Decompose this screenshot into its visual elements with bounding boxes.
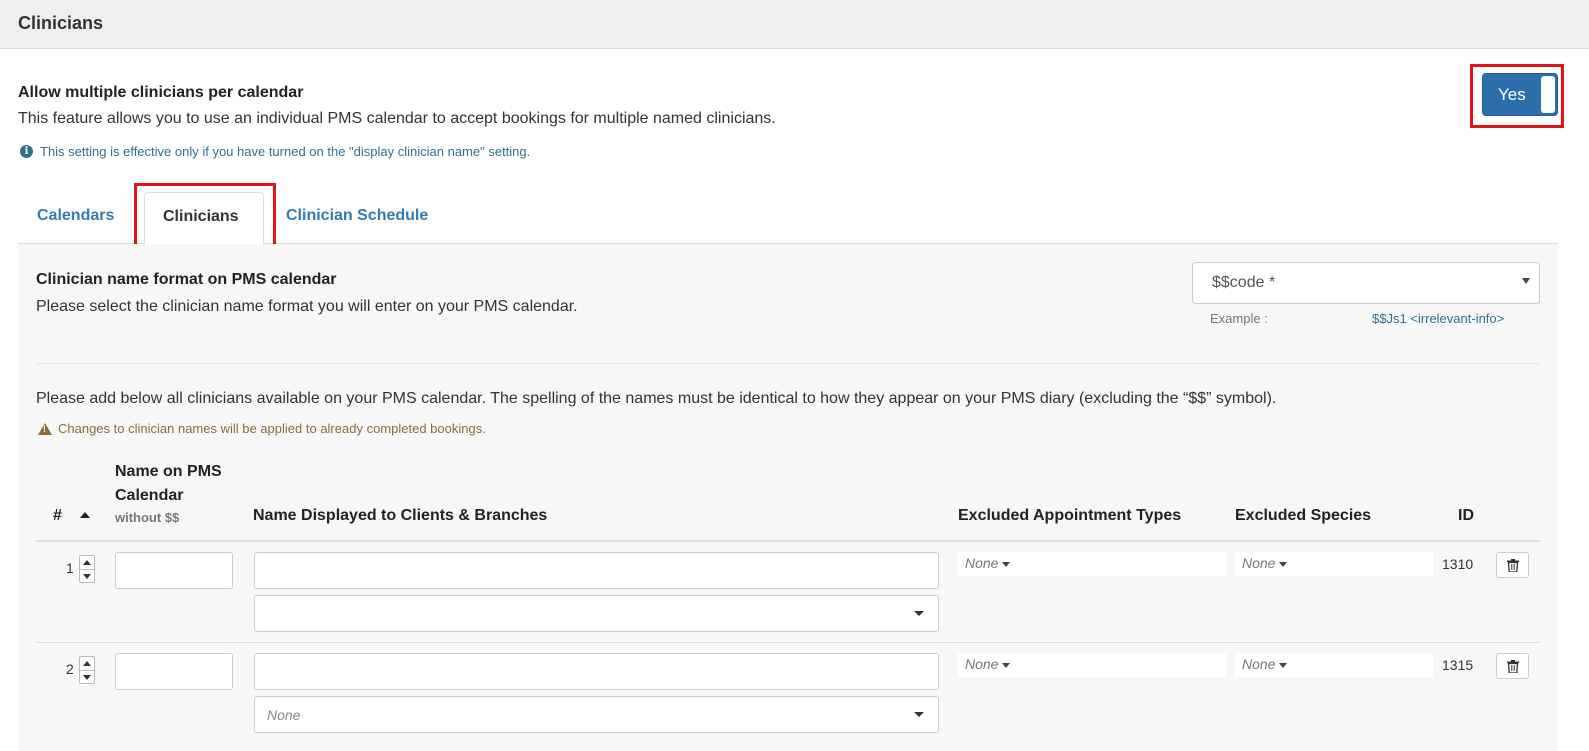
pms-name-input[interactable]: [115, 552, 233, 589]
info-icon: i: [20, 145, 33, 158]
clinicians-panel: Clinician name format on PMS calendar Pl…: [18, 244, 1558, 751]
row-number: 1: [66, 560, 74, 576]
setting-title: Allow multiple clinicians per calendar: [18, 84, 304, 101]
move-down-icon[interactable]: [83, 574, 91, 579]
caret-down-icon: [1279, 561, 1288, 567]
caret-down-icon: [1002, 662, 1011, 668]
trash-icon: [1507, 559, 1519, 572]
caret-down-icon: [1279, 662, 1288, 668]
column-header-id: ID: [1458, 507, 1474, 524]
toggle-knob: [1541, 76, 1555, 113]
row-id: 1315: [1442, 657, 1474, 673]
branch-select-value: None: [267, 707, 301, 723]
dropdown-arrow-icon: [1522, 278, 1530, 284]
dropdown-arrow-icon: [914, 712, 924, 717]
page-title: Clinicians: [18, 13, 104, 33]
setting-description: This feature allows you to use an indivi…: [18, 110, 776, 127]
row-order-stepper[interactable]: [79, 555, 95, 583]
column-header-pms-name: Name on PMS Calendar: [115, 463, 222, 504]
multiple-clinicians-toggle[interactable]: Yes: [1482, 73, 1558, 116]
excluded-appointment-types-dropdown[interactable]: None: [958, 552, 1226, 576]
excluded-appointment-types-value: None: [965, 555, 999, 571]
warning-text: Changes to clinician names will be appli…: [58, 421, 486, 436]
warning-note: Changes to clinician names will be appli…: [38, 421, 486, 436]
trash-icon: [1507, 660, 1519, 673]
toggle-label: Yes: [1498, 85, 1526, 104]
setting-note-text: This setting is effective only if you ha…: [40, 144, 531, 159]
warning-icon: [38, 422, 52, 435]
excluded-species-value: None: [1242, 555, 1276, 571]
name-format-description: Please select the clinician name format …: [36, 298, 578, 315]
tab-clinician-schedule[interactable]: Clinician Schedule: [286, 207, 428, 225]
column-header-pms-name-sub: without $$: [115, 510, 180, 525]
delete-row-button[interactable]: [1496, 653, 1529, 679]
section-divider: [36, 363, 1540, 364]
table-row: 2 None None None 1315: [36, 643, 1540, 744]
name-format-title: Clinician name format on PMS calendar: [36, 271, 337, 288]
name-format-select[interactable]: $$code *: [1192, 262, 1540, 304]
example-value: $$Js1 <irrelevant-info>: [1372, 311, 1505, 326]
example-label: Example :: [1210, 311, 1268, 326]
sort-ascending-icon[interactable]: [80, 512, 90, 518]
stepper-divider: [80, 670, 94, 671]
dropdown-arrow-icon: [914, 611, 924, 616]
column-header-number: #: [53, 507, 62, 524]
row-number: 2: [66, 661, 74, 677]
display-name-input[interactable]: [254, 552, 939, 589]
excluded-appointment-types-dropdown[interactable]: None: [958, 653, 1226, 677]
excluded-species-dropdown[interactable]: None: [1235, 552, 1433, 576]
name-format-selected: $$code *: [1212, 274, 1276, 291]
table-row: 1 None None 1310: [36, 542, 1540, 643]
page-header: Clinicians: [0, 0, 1589, 49]
delete-row-button[interactable]: [1496, 552, 1529, 578]
display-name-input[interactable]: [254, 653, 939, 690]
branch-select[interactable]: None: [254, 696, 939, 733]
row-order-stepper[interactable]: [79, 656, 95, 684]
excluded-species-dropdown[interactable]: None: [1235, 653, 1433, 677]
pms-name-input[interactable]: [115, 653, 233, 690]
stepper-divider: [80, 569, 94, 570]
instructions-text: Please add below all clinicians availabl…: [36, 390, 1277, 407]
excluded-appointment-types-value: None: [965, 656, 999, 672]
move-up-icon[interactable]: [83, 560, 91, 565]
setting-note: i This setting is effective only if you …: [20, 144, 530, 159]
tab-calendars[interactable]: Calendars: [37, 207, 114, 225]
tab-highlight-box: [134, 183, 276, 250]
move-down-icon[interactable]: [83, 675, 91, 680]
branch-select[interactable]: [254, 595, 939, 632]
column-header-display-name: Name Displayed to Clients & Branches: [253, 507, 548, 524]
move-up-icon[interactable]: [83, 661, 91, 666]
caret-down-icon: [1002, 561, 1011, 567]
column-header-excluded-species: Excluded Species: [1235, 507, 1372, 524]
excluded-species-value: None: [1242, 656, 1276, 672]
row-id: 1310: [1442, 556, 1474, 572]
column-header-excluded-appointment-types: Excluded Appointment Types: [958, 507, 1182, 524]
